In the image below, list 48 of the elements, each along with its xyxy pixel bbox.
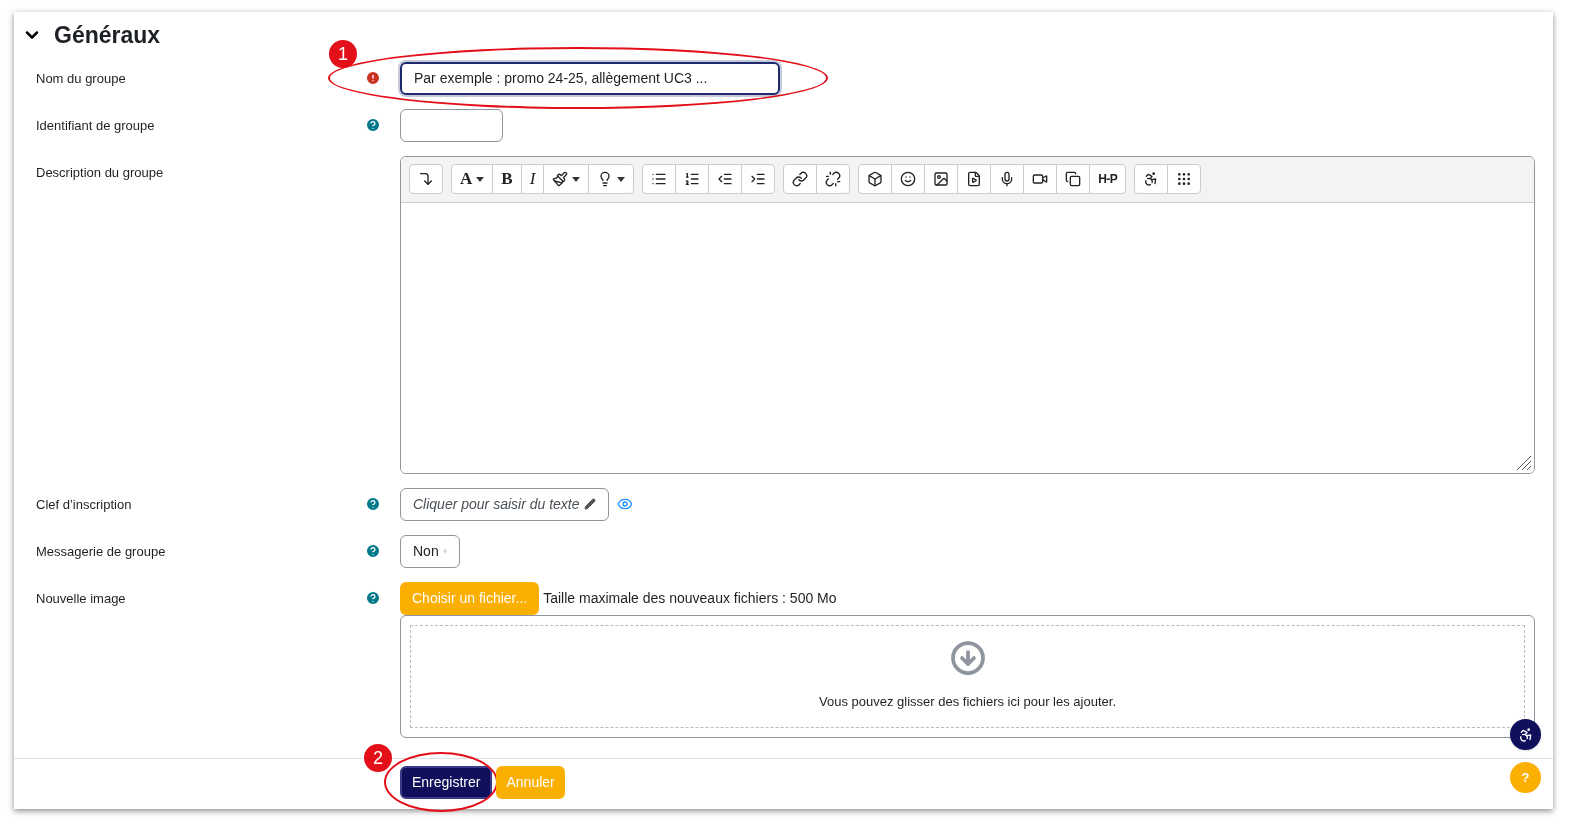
arrow-down-icon [418,171,434,187]
inline-edit-field[interactable]: Cliquer pour saisir du texte [400,487,609,521]
help-icon[interactable] [365,542,381,559]
eye-icon[interactable] [616,496,633,512]
field-label: Nom du groupe [35,69,127,88]
field-label: Identifiant de groupe [35,116,156,135]
smiley-icon [900,171,917,187]
video-camera-icon [1032,171,1049,187]
toolbar-button[interactable]: A [452,165,494,193]
callout-badge: 1 [329,39,357,68]
file-icon [966,171,983,187]
drop-hint: Vous pouvez glisser des fichiers ici pour les ajouter. [819,693,1116,712]
field-label: Clef d’inscription [35,495,133,514]
pencil-icon [583,498,596,510]
help-icon[interactable] [365,495,381,512]
file-drop-zone[interactable]: Vous pouvez glisser des fichiers ici pour les ajouter. [400,614,1535,738]
toolbar-button[interactable]: I [521,165,545,193]
text-editor[interactable]: A B I H-P [400,155,1535,474]
accessibility-button[interactable] [1510,719,1541,750]
accessibility-icon [1517,726,1534,743]
numbered-list-icon [684,171,701,187]
outdent-icon [717,171,734,187]
field-label: Messagerie de groupe [35,542,167,561]
indent-icon [750,171,767,187]
select-dropdown[interactable]: Non [400,534,460,568]
max-size-note: Taille maximale des nouveaux fichiers : 500 Mo [543,588,837,608]
save-button[interactable]: Enregistrer [400,766,493,799]
field-label: Nouvelle image [35,589,127,608]
link-icon [792,171,809,187]
field-label: Description du groupe [35,163,165,182]
help-icon[interactable] [365,116,381,133]
section-title: Généraux [54,21,161,50]
caret-icon [572,176,581,182]
copy-icon [1065,171,1082,187]
cube-icon [867,171,884,187]
toolbar-button[interactable]: H-P [1090,165,1126,193]
bullet-list-icon [651,171,668,187]
help-icon[interactable] [365,589,381,606]
text-input[interactable]: Par exemple : promo 24-25, allègement UC3 ... [400,61,780,95]
text-input[interactable] [400,108,503,142]
image-icon [933,171,950,187]
dots-grid-icon [1176,171,1193,187]
callout-badge: 2 [364,744,392,772]
brush-icon [552,171,569,187]
toolbar-button[interactable]: B [493,165,522,193]
caret-icon [617,176,626,182]
unlink-icon [825,171,842,187]
caret-icon [476,176,485,182]
